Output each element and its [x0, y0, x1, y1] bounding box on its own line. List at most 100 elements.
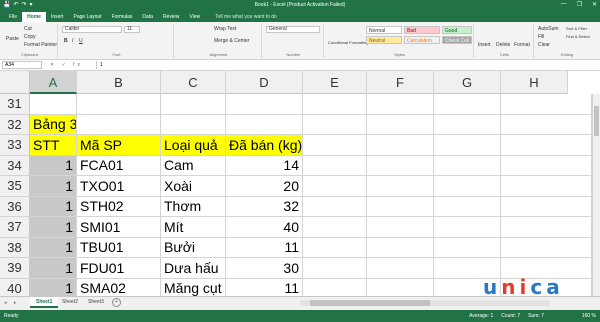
- table-cell[interactable]: SMI01: [77, 217, 161, 238]
- format-cells-button[interactable]: Format: [514, 42, 530, 48]
- insert-cells-button[interactable]: Insert: [478, 42, 491, 48]
- table-cell[interactable]: [303, 258, 367, 279]
- table-cell[interactable]: [501, 217, 592, 238]
- table-cell[interactable]: 40: [226, 217, 303, 238]
- column-header-e[interactable]: E: [303, 71, 367, 94]
- table-cell[interactable]: [367, 217, 434, 238]
- table-cell[interactable]: [303, 217, 367, 238]
- row-header[interactable]: 35: [0, 176, 30, 197]
- merge-center-button[interactable]: Merge & Center: [214, 38, 249, 44]
- underline-button[interactable]: U: [79, 38, 83, 44]
- table-cell[interactable]: [434, 217, 501, 238]
- font-name-select[interactable]: Calibri: [62, 26, 122, 33]
- style-bad[interactable]: Bad: [404, 26, 440, 34]
- copy-button[interactable]: Copy: [24, 34, 36, 40]
- table-cell[interactable]: [303, 176, 367, 197]
- sheet-nav-arrows[interactable]: ◂ ▸: [4, 300, 19, 306]
- table-cell[interactable]: [501, 114, 592, 135]
- tab-view[interactable]: View: [184, 12, 205, 22]
- tab-data[interactable]: Data: [137, 12, 158, 22]
- style-good[interactable]: Good: [442, 26, 472, 34]
- table-cell[interactable]: [367, 258, 434, 279]
- column-header-g[interactable]: G: [434, 71, 501, 94]
- table-cell[interactable]: 1: [30, 196, 77, 217]
- table-cell[interactable]: TBU01: [77, 237, 161, 258]
- table-cell[interactable]: Thơm: [161, 196, 226, 217]
- table-cell[interactable]: 32: [226, 196, 303, 217]
- zoom-level[interactable]: 160 %: [582, 313, 596, 319]
- row-header[interactable]: 31: [0, 94, 30, 115]
- table-cell[interactable]: [77, 114, 161, 135]
- tab-formulas[interactable]: Formulas: [107, 12, 138, 22]
- formula-icons[interactable]: ✕ ✓ fx: [50, 62, 83, 68]
- table-cell[interactable]: [434, 237, 501, 258]
- table-cell[interactable]: [501, 155, 592, 176]
- column-header-h[interactable]: H: [501, 71, 568, 94]
- fill-button[interactable]: Fill: [538, 34, 544, 40]
- table-cell[interactable]: 1: [30, 217, 77, 238]
- style-check-cell[interactable]: Check Cell: [442, 36, 472, 44]
- table-cell[interactable]: Xoài: [161, 176, 226, 197]
- table-cell[interactable]: [161, 114, 226, 135]
- row-header[interactable]: 33: [0, 135, 30, 156]
- sheet-tab-sheet1[interactable]: Sheet1: [30, 297, 59, 308]
- tab-page-layout[interactable]: Page Layout: [68, 12, 106, 22]
- sheet-tab-sheet3[interactable]: Sheet3: [82, 297, 110, 308]
- italic-button[interactable]: I: [72, 38, 73, 44]
- vertical-scrollbar[interactable]: [592, 94, 600, 296]
- table-cell[interactable]: FCA01: [77, 155, 161, 176]
- conditional-formatting-button[interactable]: Conditional Formatting: [328, 40, 368, 45]
- column-header-d[interactable]: D: [226, 71, 303, 94]
- cut-button[interactable]: Cut: [24, 26, 32, 32]
- table-cell[interactable]: [501, 176, 592, 197]
- table-cell[interactable]: [303, 135, 367, 156]
- table-cell[interactable]: [367, 114, 434, 135]
- table-cell[interactable]: [501, 135, 592, 156]
- table-cell[interactable]: STH02: [77, 196, 161, 217]
- table-cell[interactable]: Dưa hấu: [161, 258, 226, 279]
- bold-button[interactable]: B: [64, 38, 68, 44]
- style-normal[interactable]: Normal: [366, 26, 402, 34]
- wrap-text-button[interactable]: Wrap Text: [214, 26, 236, 32]
- column-header-a[interactable]: A: [30, 71, 77, 94]
- table-cell[interactable]: [434, 176, 501, 197]
- tell-me-search[interactable]: Tell me what you want to do: [205, 12, 277, 22]
- tab-home[interactable]: Home: [22, 12, 46, 22]
- table-cell[interactable]: Bưởi: [161, 237, 226, 258]
- select-all-corner[interactable]: [0, 71, 30, 94]
- sheet-tab-sheet2[interactable]: Sheet2: [56, 297, 84, 308]
- table-cell[interactable]: [226, 94, 303, 115]
- delete-cells-button[interactable]: Delete: [496, 42, 510, 48]
- column-header-f[interactable]: F: [367, 71, 434, 94]
- add-sheet-button[interactable]: +: [112, 298, 121, 307]
- find-select-button[interactable]: Find & Select: [566, 34, 590, 39]
- table-cell[interactable]: [434, 94, 501, 115]
- style-calculation[interactable]: Calculation: [404, 36, 440, 44]
- table-cell[interactable]: [303, 237, 367, 258]
- row-header[interactable]: 36: [0, 196, 30, 217]
- table-cell[interactable]: [303, 196, 367, 217]
- table-cell[interactable]: [367, 135, 434, 156]
- table-cell[interactable]: 20: [226, 176, 303, 197]
- table-cell[interactable]: [501, 237, 592, 258]
- column-header-b[interactable]: B: [77, 71, 161, 94]
- tab-review[interactable]: Review: [158, 12, 184, 22]
- table-cell[interactable]: [367, 196, 434, 217]
- table-cell[interactable]: [30, 94, 77, 115]
- table-cell[interactable]: 30: [226, 258, 303, 279]
- row-header[interactable]: 38: [0, 237, 30, 258]
- style-neutral[interactable]: Neutral: [366, 36, 402, 44]
- table-cell[interactable]: 1: [30, 258, 77, 279]
- tab-insert[interactable]: Insert: [46, 12, 69, 22]
- table-cell[interactable]: [161, 94, 226, 115]
- close-button[interactable]: ✕: [592, 1, 597, 8]
- format-painter-button[interactable]: Format Painter: [24, 42, 57, 48]
- table-cell[interactable]: [434, 114, 501, 135]
- table-cell[interactable]: 1: [30, 237, 77, 258]
- table-cell[interactable]: Mít: [161, 217, 226, 238]
- table-cell[interactable]: 1: [30, 155, 77, 176]
- table-cell[interactable]: [501, 94, 592, 115]
- table-cell[interactable]: [367, 176, 434, 197]
- vertical-scroll-thumb[interactable]: [594, 106, 599, 136]
- column-header-c[interactable]: C: [161, 71, 226, 94]
